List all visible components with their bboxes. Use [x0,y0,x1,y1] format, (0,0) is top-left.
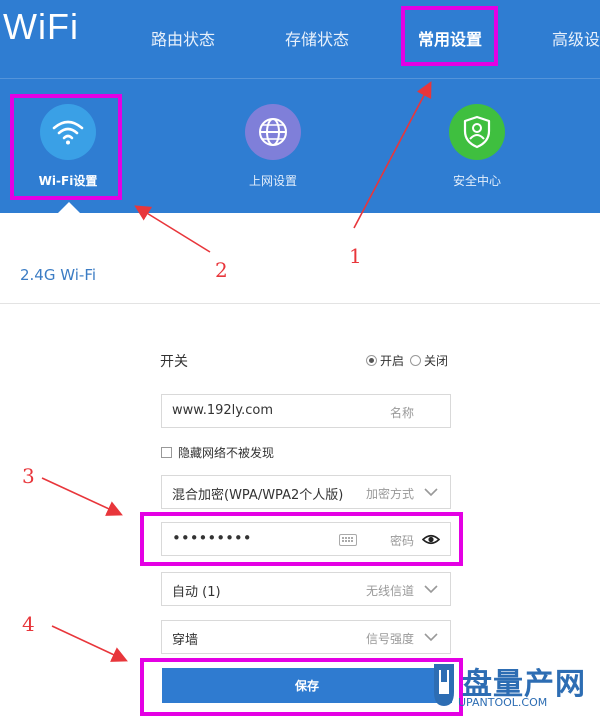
arrow-2 [134,205,211,253]
arrow-4 [51,625,128,662]
annotation-number-2: 2 [215,258,228,282]
annotation-number-4: 4 [22,612,35,636]
annotation-arrows [41,81,432,662]
watermark-url: UPANTOOL.COM [458,696,548,709]
annotation-number-1: 1 [349,244,362,268]
arrow-1 [353,81,432,229]
usb-drive-logo [434,664,454,706]
annotation-number-3: 3 [22,464,35,488]
arrow-3 [41,477,123,516]
